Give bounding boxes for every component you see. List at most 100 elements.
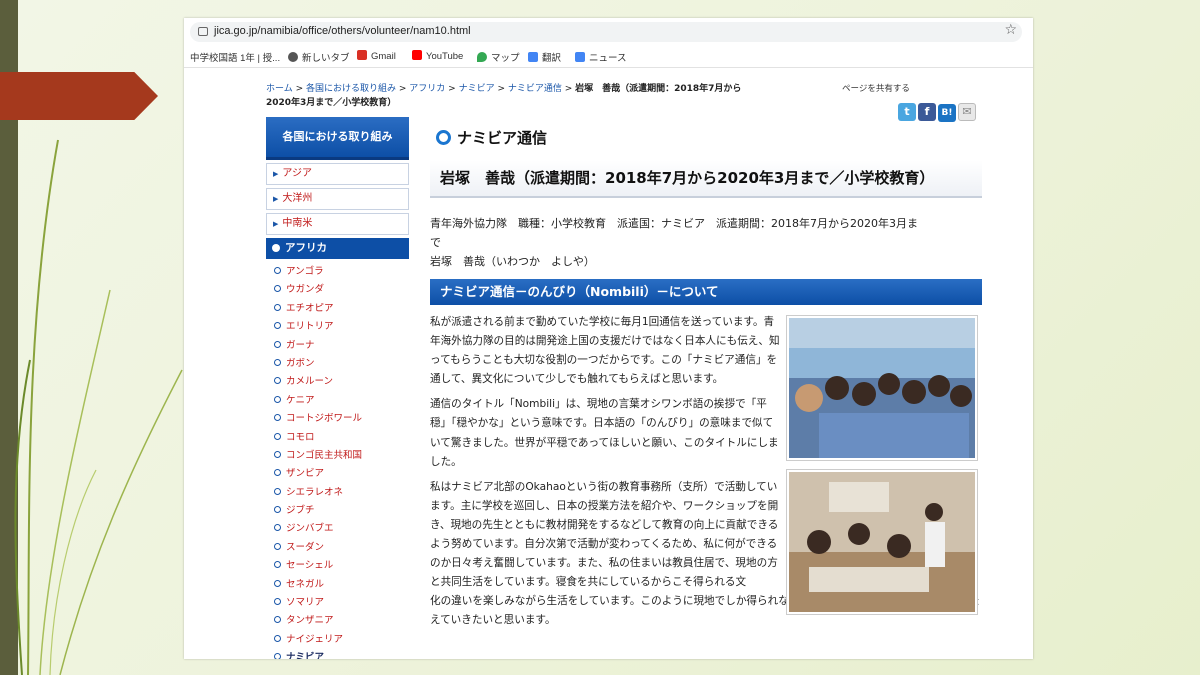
circle-bullet-icon <box>274 340 281 348</box>
country-label: セーシェル <box>286 560 334 572</box>
country-link[interactable]: コモロ <box>266 429 409 447</box>
country-link[interactable]: セネガル <box>266 576 409 594</box>
page-title: ナミビア通信 <box>430 126 982 150</box>
sidebar-item-region[interactable]: ▶ 大洋州 <box>266 188 409 210</box>
country-label: ザンビア <box>286 468 325 480</box>
country-label: ナイジェリア <box>286 633 344 645</box>
circle-bullet-icon <box>274 634 281 642</box>
circle-bullet-icon <box>274 322 281 330</box>
facebook-share-button[interactable]: f <box>918 103 936 121</box>
section-title: ナミビア通信－のんびり（Nombili）－について <box>430 279 982 305</box>
country-link[interactable]: タンザニア <box>266 612 409 630</box>
youtube-icon <box>412 50 422 60</box>
country-label: アンゴラ <box>286 266 324 277</box>
workshop-photo <box>786 469 978 615</box>
country-label: ソマリア <box>286 597 325 609</box>
bookmark-item[interactable]: 翻訳 <box>528 50 561 64</box>
bookmark-item[interactable]: 中学校国語 1年 | 授... <box>190 50 280 64</box>
circle-bullet-icon <box>274 598 281 606</box>
slide-grass-decoration <box>14 139 183 675</box>
bookmark-item[interactable]: マップ <box>477 50 520 64</box>
bookmark-item[interactable]: ニュース <box>575 50 627 64</box>
country-label: コートジボワール <box>286 413 363 425</box>
country-link[interactable]: ケニア <box>266 392 409 410</box>
sidebar-header[interactable]: 各国における取り組み <box>266 117 409 160</box>
country-link[interactable]: シエラレオネ <box>266 484 409 502</box>
main-content: ナミビア通信 岩塚 善哉（派遣期間：2018年7月から2020年3月まで／小学校… <box>430 126 982 637</box>
country-link[interactable]: ナイジェリア <box>266 631 409 649</box>
paragraph: 私が派遣される前まで勤めていた学校に毎月1回通信を送っています。青年海外協力隊の… <box>430 316 780 386</box>
country-link[interactable]: ジブチ <box>266 502 409 520</box>
country-label: ケニア <box>286 394 315 406</box>
country-label: ジンバブエ <box>286 523 334 535</box>
country-label: エチオピア <box>286 302 334 314</box>
bookmarks-bar: 中学校国語 1年 | 授... 新しいタブ Gmail YouTube マップ … <box>184 45 1033 68</box>
circle-bullet-icon <box>274 395 281 403</box>
circle-bullet-icon <box>274 358 281 366</box>
country-link[interactable]: スーダン <box>266 539 409 557</box>
triangle-right-icon: ▶ <box>273 170 279 178</box>
country-link[interactable]: コンゴ民主共和国 <box>266 447 409 465</box>
browser-screenshot: jica.go.jp/namibia/office/others/volunte… <box>184 18 1033 659</box>
country-label: タンザニア <box>286 615 334 627</box>
country-link[interactable]: エチオピア <box>266 300 409 318</box>
address-bar: jica.go.jp/namibia/office/others/volunte… <box>184 18 1033 44</box>
web-page: ホーム > 各国における取り組み > アフリカ > ナミビア > ナミビア通信 … <box>184 68 1033 659</box>
sidebar-item-selected-region[interactable]: アフリカ <box>266 238 409 259</box>
breadcrumb-link[interactable]: ナミビア <box>459 84 495 94</box>
country-link[interactable]: アンゴラ <box>266 263 409 281</box>
country-link[interactable]: ウガンダ <box>266 281 409 299</box>
circle-bullet-icon <box>274 267 281 274</box>
country-link[interactable]: エリトリア <box>266 318 409 336</box>
twitter-share-button[interactable]: t <box>898 103 916 121</box>
circle-bullet-icon <box>274 469 281 477</box>
volunteer-meta: 青年海外協力隊 職種：小学校教育 派遣国：ナミビア 派遣期間：2018年7月から… <box>430 217 918 268</box>
country-label: コンゴ民主共和国 <box>286 449 363 461</box>
country-link[interactable]: ジンバブエ <box>266 520 409 538</box>
news-icon <box>575 52 585 62</box>
globe-icon <box>288 52 298 62</box>
breadcrumb-link[interactable]: ナミビア通信 <box>508 84 562 94</box>
breadcrumb-link[interactable]: ホーム <box>266 84 293 94</box>
country-label: ガボン <box>286 357 315 369</box>
country-link[interactable]: ソマリア <box>266 594 409 612</box>
hatena-share-button[interactable]: B! <box>938 104 956 122</box>
paragraph: 私はナミビア北部のOkahaoという街の教育事務所（支所）で活動しています。主に… <box>430 480 779 589</box>
country-link[interactable]: ガーナ <box>266 337 409 355</box>
breadcrumb-link[interactable]: アフリカ <box>409 84 445 94</box>
country-link[interactable]: セーシェル <box>266 557 409 575</box>
country-label: コモロ <box>286 431 315 443</box>
country-label: エリトリア <box>286 321 334 333</box>
classroom-photo <box>786 315 978 461</box>
circle-bullet-icon <box>274 616 281 624</box>
bookmark-item[interactable]: 新しいタブ <box>288 50 350 64</box>
url-text[interactable]: jica.go.jp/namibia/office/others/volunte… <box>214 25 471 37</box>
circle-bullet-icon <box>274 653 281 659</box>
article-subtitle: 岩塚 善哉（派遣期間：2018年7月から2020年3月まで／小学校教育） <box>430 160 982 198</box>
circle-bullet-icon <box>274 561 281 569</box>
circle-bullet-icon <box>274 432 281 440</box>
breadcrumb-link[interactable]: 各国における取り組み <box>306 84 396 94</box>
lock-icon <box>198 27 208 36</box>
country-link[interactable]: ザンビア <box>266 465 409 483</box>
sidebar-item-region[interactable]: ▶ アジア <box>266 163 409 185</box>
share-label: ページを共有する <box>842 84 910 94</box>
circle-bullet-icon <box>274 285 281 293</box>
circle-bullet-icon <box>274 377 281 385</box>
country-list: アンゴラウガンダエチオピアエリトリアガーナガボンカメルーンケニアコートジボワール… <box>266 263 409 659</box>
circle-bullet-icon <box>274 506 281 514</box>
circle-bullet-icon <box>274 524 281 532</box>
country-link[interactable]: カメルーン <box>266 373 409 391</box>
country-link[interactable]: コートジボワール <box>266 410 409 428</box>
bookmark-item[interactable]: YouTube <box>412 50 463 62</box>
country-link[interactable]: ナミビア <box>266 649 409 659</box>
mail-share-button[interactable]: ✉ <box>958 103 976 121</box>
triangle-right-icon: ▶ <box>273 195 279 203</box>
country-link[interactable]: ガボン <box>266 355 409 373</box>
sidebar-item-region[interactable]: ▶ 中南米 <box>266 213 409 235</box>
country-label: ウガンダ <box>286 284 325 296</box>
circle-bullet-icon <box>274 303 281 311</box>
country-label: セネガル <box>286 578 325 590</box>
bookmark-item[interactable]: Gmail <box>357 50 396 62</box>
star-icon[interactable]: ☆ <box>1004 22 1017 38</box>
